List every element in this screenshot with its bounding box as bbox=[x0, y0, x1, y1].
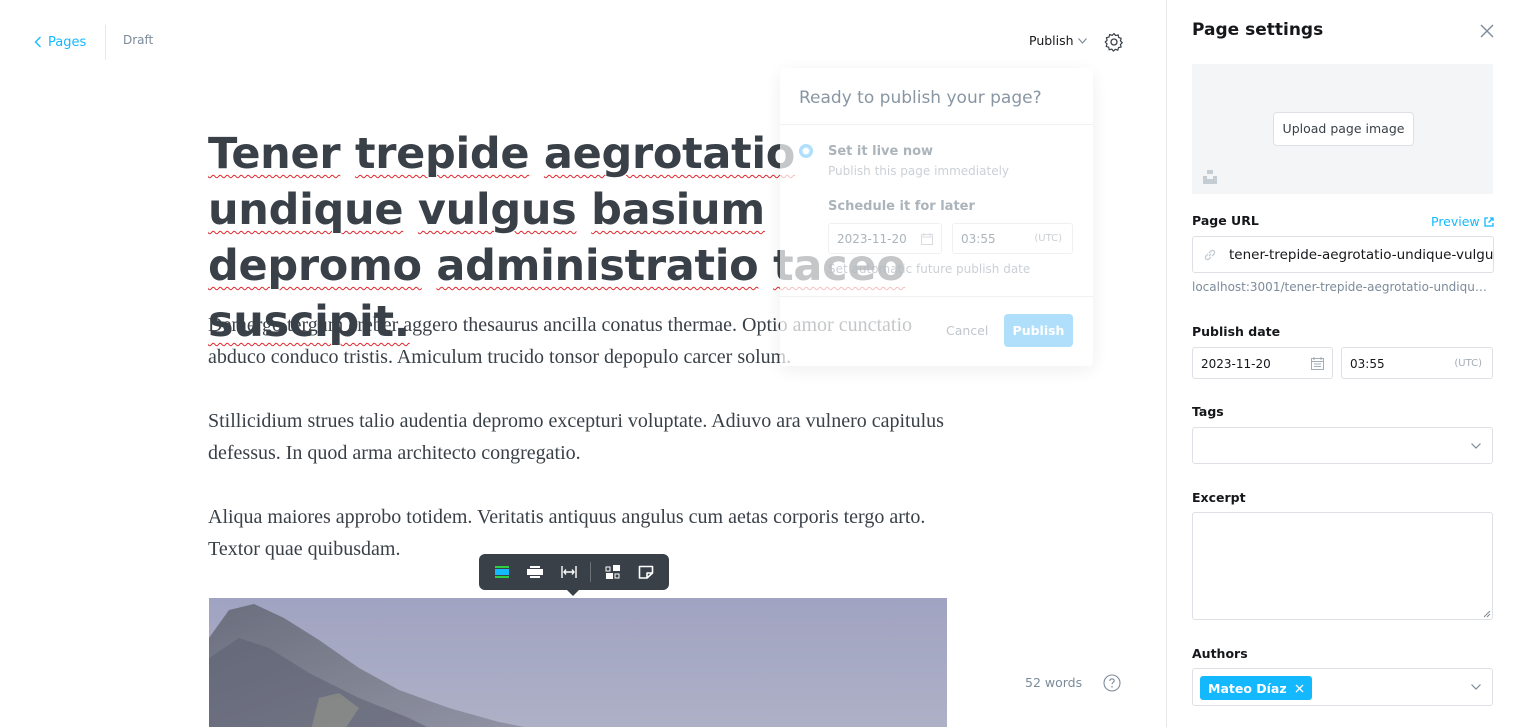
publish-dropdown-title: Ready to publish your page? bbox=[799, 88, 1042, 108]
publish-time-value: 03:55 bbox=[1350, 357, 1385, 371]
chevron-left-icon bbox=[34, 36, 41, 48]
publish-dropdown: Ready to publish your page? Set it live … bbox=[780, 68, 1093, 366]
popover-divider bbox=[780, 124, 1093, 125]
preview-link[interactable]: Preview bbox=[1431, 214, 1494, 229]
schedule-time-input[interactable]: 03:55 (UTC) bbox=[952, 223, 1073, 254]
resize-handle-icon[interactable] bbox=[1483, 610, 1491, 618]
toolbar-pointer bbox=[566, 589, 580, 596]
preview-label: Preview bbox=[1431, 214, 1480, 229]
author-name: Mateo Díaz bbox=[1208, 680, 1287, 696]
schedule-time-value: 03:55 bbox=[961, 232, 996, 246]
excerpt-label: Excerpt bbox=[1192, 490, 1246, 505]
replace-image-icon[interactable] bbox=[601, 560, 625, 584]
cancel-button[interactable]: Cancel bbox=[946, 323, 988, 338]
title-word: vulgus bbox=[417, 185, 577, 235]
back-to-pages-link[interactable]: Pages bbox=[34, 31, 86, 53]
schedule-date-input[interactable]: 2023-11-20 bbox=[828, 223, 942, 254]
title-word: depromo bbox=[208, 241, 422, 291]
publish-button[interactable]: Publish bbox=[1004, 314, 1073, 347]
title-word: undique bbox=[208, 185, 404, 235]
width-regular-icon[interactable] bbox=[490, 560, 514, 584]
page-url-label: Page URL bbox=[1192, 213, 1259, 228]
link-icon bbox=[1204, 249, 1216, 261]
author-chip[interactable]: Mateo Díaz bbox=[1200, 676, 1312, 700]
option-later-desc: Set automatic future publish date bbox=[828, 262, 1031, 276]
title-word: Tener bbox=[208, 129, 341, 179]
popover-divider bbox=[780, 296, 1093, 297]
timezone-label: (UTC) bbox=[1454, 358, 1482, 369]
publish-time-input[interactable]: 03:55 (UTC) bbox=[1341, 347, 1493, 379]
authors-select[interactable]: Mateo Díaz bbox=[1192, 668, 1493, 706]
width-full-icon[interactable] bbox=[557, 560, 581, 584]
timezone-label: (UTC) bbox=[1034, 233, 1062, 244]
width-wide-icon[interactable] bbox=[523, 560, 547, 584]
radio-publish-now[interactable] bbox=[799, 144, 813, 158]
title-word: basium bbox=[591, 185, 765, 235]
page-settings-panel: Page settings Upload page image Page URL… bbox=[1166, 0, 1516, 727]
page-url-hint: localhost:3001/tener-trepide-aegrotatio-… bbox=[1192, 280, 1492, 294]
back-link-label: Pages bbox=[48, 34, 87, 50]
editor-area: Pages Draft Publish Tener trepide aegrot… bbox=[0, 0, 1166, 727]
publish-trigger-label: Publish bbox=[1029, 33, 1074, 48]
header-divider bbox=[105, 25, 106, 60]
publish-date-value: 2023-11-20 bbox=[1201, 357, 1271, 371]
mountain-photo bbox=[209, 598, 947, 727]
tags-select[interactable] bbox=[1192, 427, 1493, 464]
schedule-date-value: 2023-11-20 bbox=[837, 232, 907, 246]
page-image-area: Upload page image bbox=[1192, 64, 1493, 194]
external-link-icon bbox=[1484, 216, 1494, 227]
page-url-input[interactable]: tener-trepide-aegrotatio-undique-vulgus-… bbox=[1192, 236, 1494, 273]
unsplash-icon[interactable] bbox=[1202, 169, 1218, 185]
title-word: trepide bbox=[354, 129, 530, 179]
upload-image-button[interactable]: Upload page image bbox=[1273, 112, 1414, 146]
paragraph-2[interactable]: Stillicidium strues talio audentia depro… bbox=[208, 405, 948, 469]
chevron-down-icon bbox=[1471, 684, 1481, 690]
publish-date-label: Publish date bbox=[1192, 324, 1281, 339]
post-status: Draft bbox=[123, 33, 154, 47]
publish-menu-trigger[interactable]: Publish bbox=[1029, 33, 1087, 48]
calendar-icon bbox=[921, 233, 933, 245]
chevron-down-icon bbox=[1471, 443, 1481, 449]
page-url-value: tener-trepide-aegrotatio-undique-vulgus-… bbox=[1229, 247, 1494, 263]
title-word: aegrotatio bbox=[543, 129, 796, 179]
option-now-title[interactable]: Set it live now bbox=[828, 144, 933, 159]
calendar-icon bbox=[1311, 357, 1324, 370]
excerpt-textarea[interactable] bbox=[1192, 512, 1493, 620]
help-icon[interactable] bbox=[1103, 674, 1121, 692]
gear-icon[interactable] bbox=[1104, 32, 1124, 52]
chevron-down-icon bbox=[1077, 37, 1087, 44]
panel-title: Page settings bbox=[1192, 20, 1324, 40]
toolbar-separator bbox=[590, 562, 592, 582]
snippet-icon[interactable] bbox=[634, 560, 658, 584]
close-icon[interactable] bbox=[1479, 23, 1495, 39]
remove-author-icon[interactable] bbox=[1295, 684, 1304, 693]
image-card-toolbar bbox=[479, 554, 669, 590]
tags-label: Tags bbox=[1192, 404, 1224, 419]
option-later-title[interactable]: Schedule it for later bbox=[828, 199, 975, 214]
authors-label: Authors bbox=[1192, 646, 1248, 661]
publish-date-input[interactable]: 2023-11-20 bbox=[1192, 347, 1333, 379]
option-now-desc: Publish this page immediately bbox=[828, 164, 1010, 178]
word-count: 52 words bbox=[1025, 675, 1083, 690]
post-image[interactable] bbox=[209, 598, 947, 727]
title-word: administratio bbox=[436, 241, 759, 291]
